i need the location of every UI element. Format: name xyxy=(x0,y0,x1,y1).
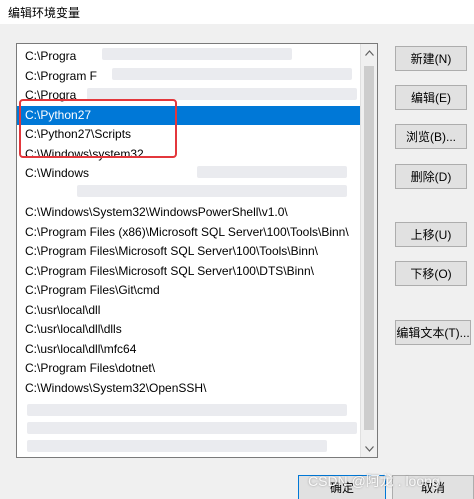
delete-button[interactable]: 删除(D) xyxy=(395,164,467,189)
list-item[interactable]: C:\Program Files (x86)\Microsoft SQL Ser… xyxy=(17,223,361,242)
edit-button[interactable]: 编辑(E) xyxy=(395,85,467,110)
list-item[interactable]: C:\Program Files\Git\cmd xyxy=(17,281,361,300)
scrollbar-thumb[interactable] xyxy=(364,66,374,430)
browse-button[interactable]: 浏览(B)... xyxy=(395,124,467,149)
redaction-band xyxy=(77,185,347,197)
list-item[interactable]: C:\usr\local\dll\mfc64 xyxy=(17,340,361,359)
list-item[interactable]: C:\Windows\system32 xyxy=(17,145,361,164)
list-item[interactable]: C:\usr\local\dll xyxy=(17,301,361,320)
ok-button[interactable]: 确定 xyxy=(298,475,386,499)
list-item[interactable]: C:\Python27\Scripts xyxy=(17,125,361,144)
list-item[interactable]: C:\Program Files\dotnet\ xyxy=(17,359,361,378)
chevron-up-icon[interactable] xyxy=(361,44,377,61)
list-item[interactable]: C:\Windows\System32\OpenSSH\ xyxy=(17,379,361,398)
redaction-band xyxy=(27,422,357,434)
new-button[interactable]: 新建(N) xyxy=(395,46,467,71)
redaction-band xyxy=(27,404,347,416)
redaction-band xyxy=(102,48,292,60)
list-item[interactable]: C:\Program Files\Microsoft SQL Server\10… xyxy=(17,242,361,261)
list-item[interactable]: C:\Program Files\Microsoft SQL Server\10… xyxy=(17,262,361,281)
redaction-band xyxy=(27,440,327,452)
chevron-down-icon[interactable] xyxy=(361,440,377,457)
cancel-button[interactable]: 取消 xyxy=(392,475,474,499)
move-down-button[interactable]: 下移(O) xyxy=(395,261,467,286)
title-bar: 编辑环境变量 xyxy=(0,0,474,24)
list-item[interactable]: C:\Windows\System32\WindowsPowerShell\v1… xyxy=(17,203,361,222)
list-item[interactable]: C:\Python27 xyxy=(17,105,361,125)
redaction-band xyxy=(112,68,352,80)
redaction-band xyxy=(197,166,347,178)
vertical-scrollbar[interactable] xyxy=(360,44,377,457)
list-item[interactable]: C:\usr\local\dll\dlls xyxy=(17,320,361,339)
window-title: 编辑环境变量 xyxy=(8,6,81,20)
path-list[interactable]: C:\Progra C:\Program F C:\Progra C:\Python2… xyxy=(16,43,378,458)
edit-text-button[interactable]: 编辑文本(T)... xyxy=(395,320,471,345)
move-up-button[interactable]: 上移(U) xyxy=(395,222,467,247)
redaction-band xyxy=(87,88,357,100)
